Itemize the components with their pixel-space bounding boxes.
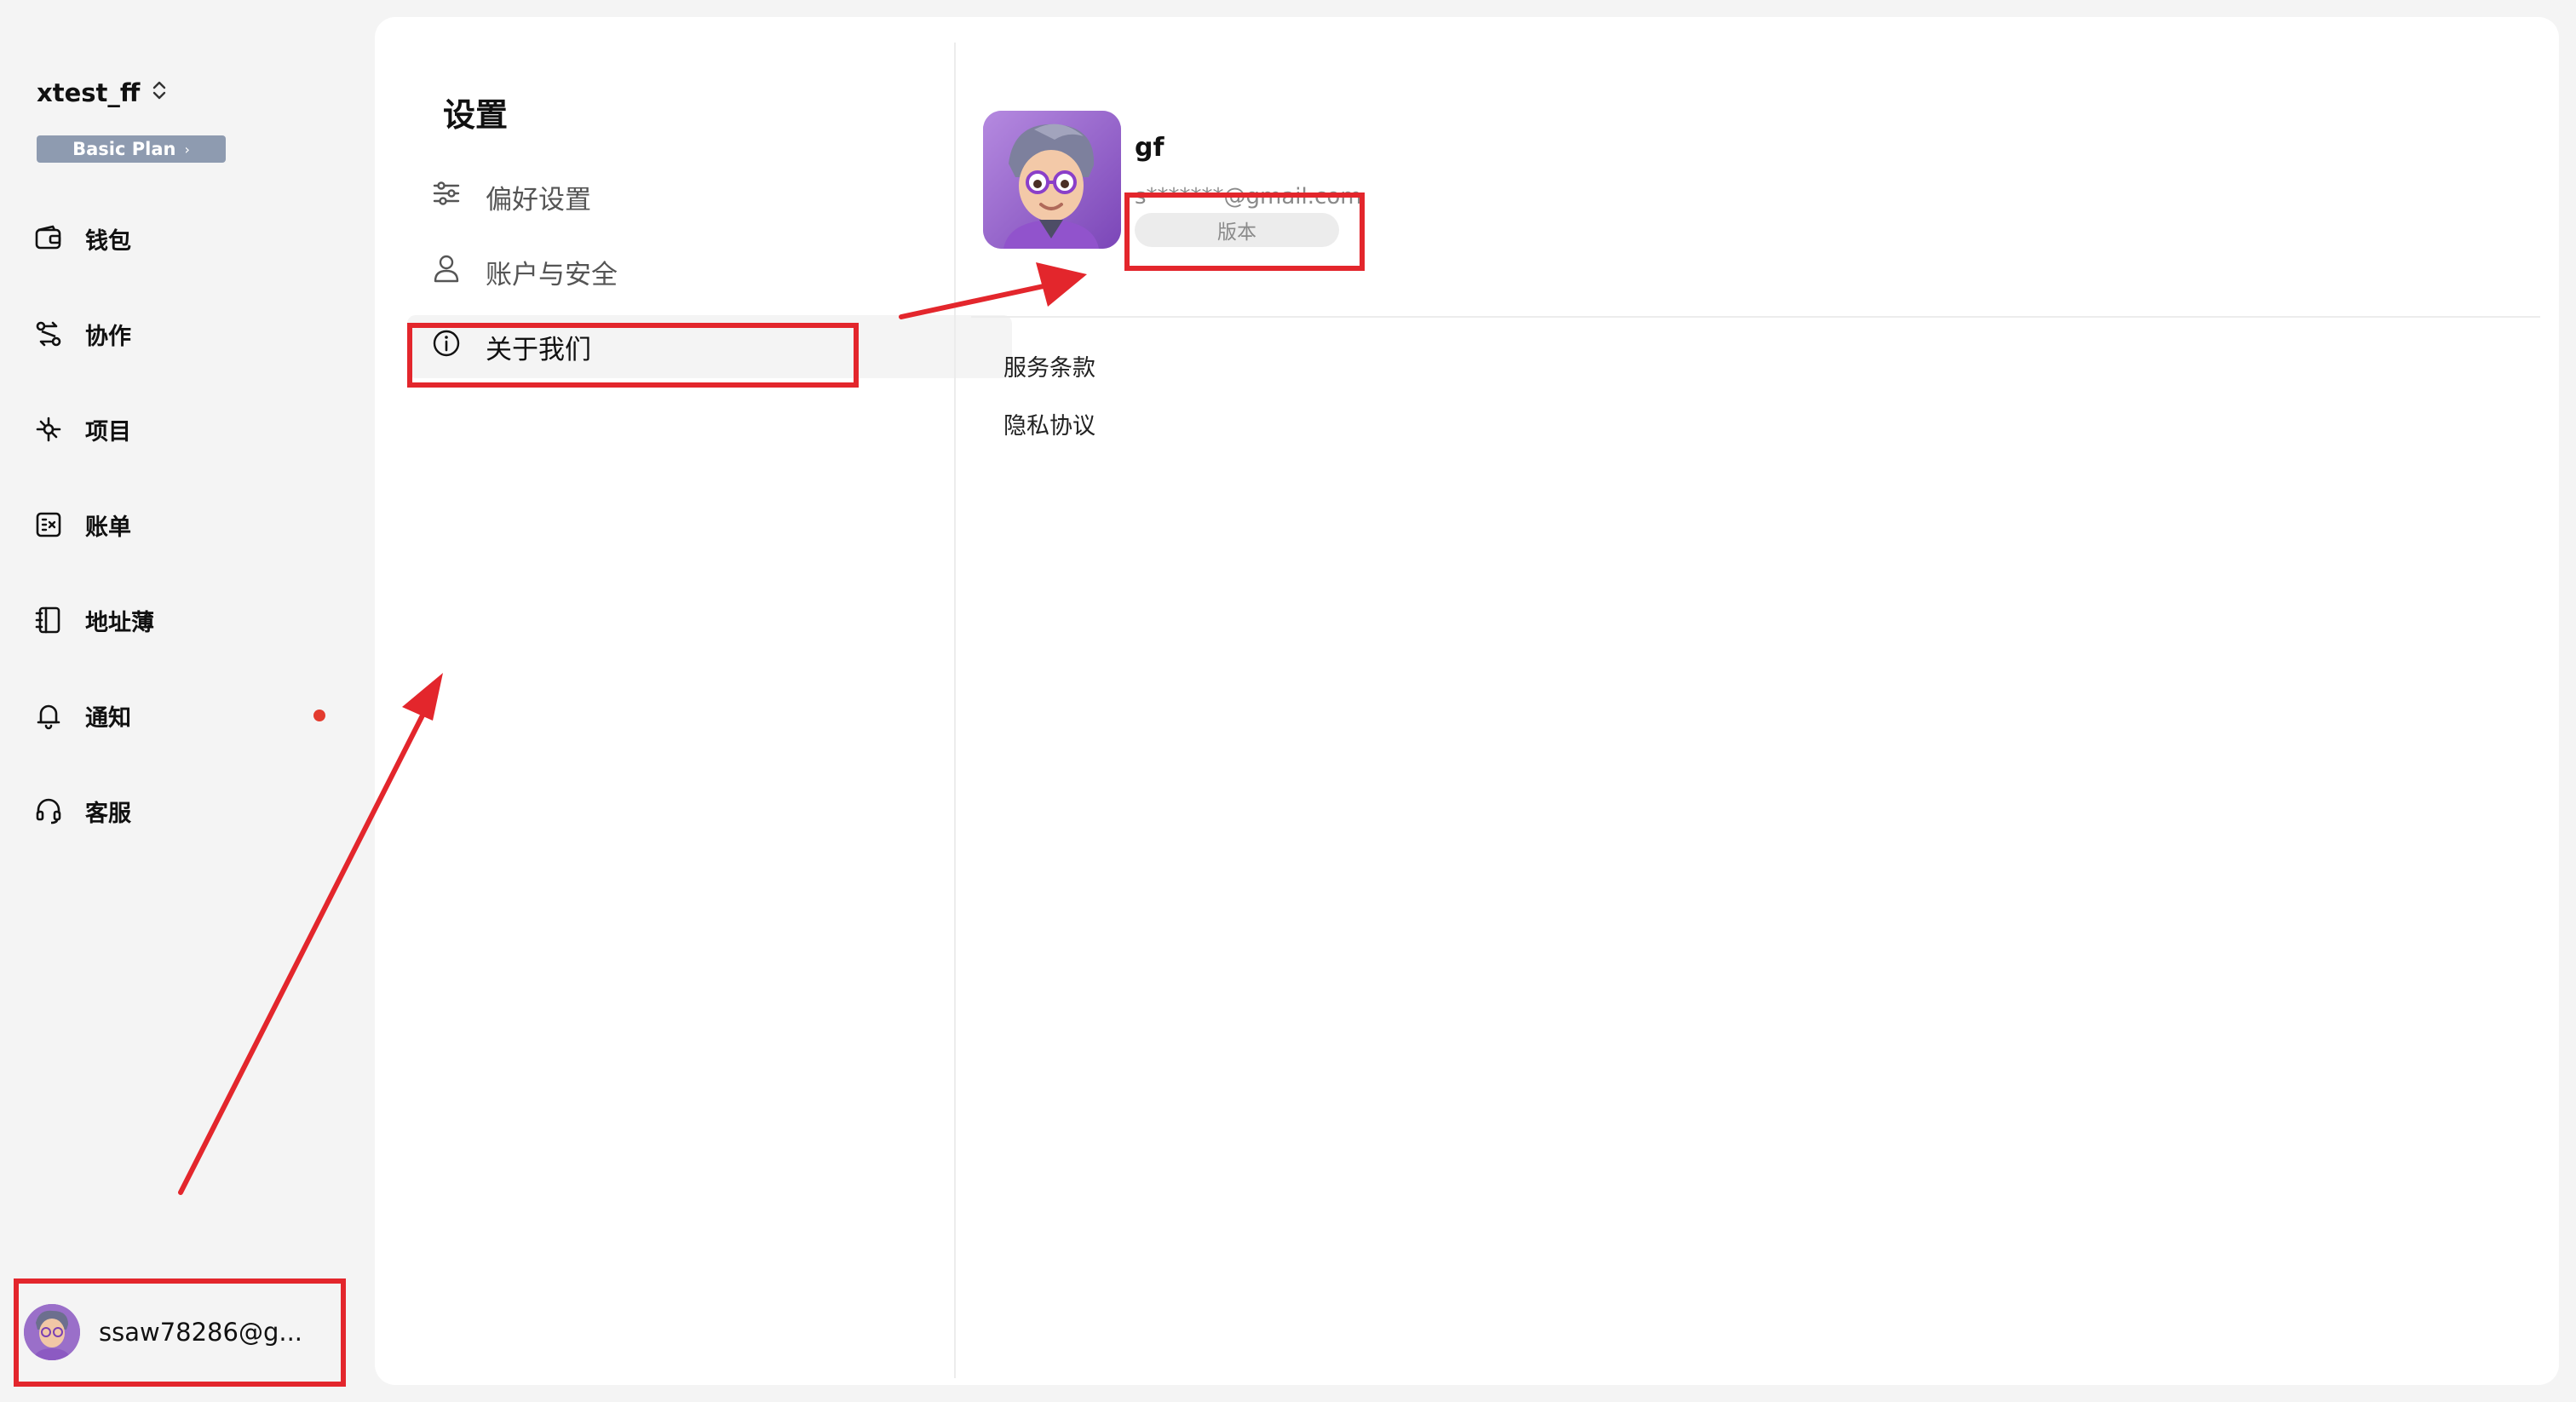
sidebar-item-label: 协作 (85, 323, 131, 350)
divider (971, 316, 2540, 318)
sidebar-item-support[interactable]: 客服 (34, 763, 341, 859)
sidebar-item-label: 项目 (85, 418, 131, 445)
address-book-icon (34, 606, 63, 635)
highlight-box-version (1124, 192, 1365, 271)
collaboration-icon (34, 319, 63, 348)
sidebar-item-wallet[interactable]: 钱包 (34, 191, 341, 286)
sidebar: xtest_ff Basic Plan › 钱包 协作 项目 账单 地址薄 通知… (0, 0, 375, 1402)
profile-name: gf (1135, 133, 1164, 163)
divider (954, 43, 956, 1378)
plan-label: Basic Plan (72, 139, 176, 159)
sidebar-item-label: 地址薄 (85, 609, 154, 636)
workspace-switcher[interactable]: xtest_ff (37, 78, 167, 107)
bill-icon (34, 510, 63, 539)
privacy-policy-link[interactable]: 隐私协议 (1003, 407, 1095, 440)
highlight-box-user (14, 1278, 346, 1387)
terms-of-service-link[interactable]: 服务条款 (1003, 349, 1095, 382)
sidebar-item-label: 账单 (85, 514, 131, 541)
headset-icon (34, 796, 63, 825)
chevron-updown-icon (152, 79, 167, 106)
profile-avatar (983, 111, 1121, 249)
settings-panel: 设置 偏好设置 账户与安全 关于我们 gf s*******@gmail.com… (375, 17, 2559, 1385)
sliders-icon (431, 178, 462, 215)
plan-badge[interactable]: Basic Plan › (37, 135, 226, 163)
chevron-right-icon: › (184, 141, 190, 158)
notification-dot (313, 710, 325, 721)
workspace-name: xtest_ff (37, 78, 141, 107)
page-title: 设置 (443, 96, 509, 134)
highlight-box-about (407, 323, 859, 388)
sidebar-item-address-book[interactable]: 地址薄 (34, 572, 341, 668)
sidebar-item-label: 客服 (85, 800, 131, 827)
menu-item-label: 偏好设置 (486, 184, 591, 215)
sidebar-item-bills[interactable]: 账单 (34, 477, 341, 572)
menu-item-account-security[interactable]: 账户与安全 (407, 240, 1012, 303)
sidebar-nav: 钱包 协作 项目 账单 地址薄 通知 客服 (34, 191, 341, 859)
sidebar-item-collaboration[interactable]: 协作 (34, 286, 341, 382)
sidebar-item-label: 钱包 (85, 227, 131, 255)
sidebar-item-notifications[interactable]: 通知 (34, 668, 341, 763)
project-icon (34, 415, 63, 444)
sidebar-item-label: 通知 (85, 704, 131, 732)
bell-icon (34, 701, 63, 730)
menu-item-label: 账户与安全 (486, 259, 618, 290)
menu-item-preferences[interactable]: 偏好设置 (407, 165, 1012, 228)
sidebar-item-projects[interactable]: 项目 (34, 382, 341, 477)
wallet-icon (34, 224, 63, 253)
user-icon (431, 253, 462, 290)
